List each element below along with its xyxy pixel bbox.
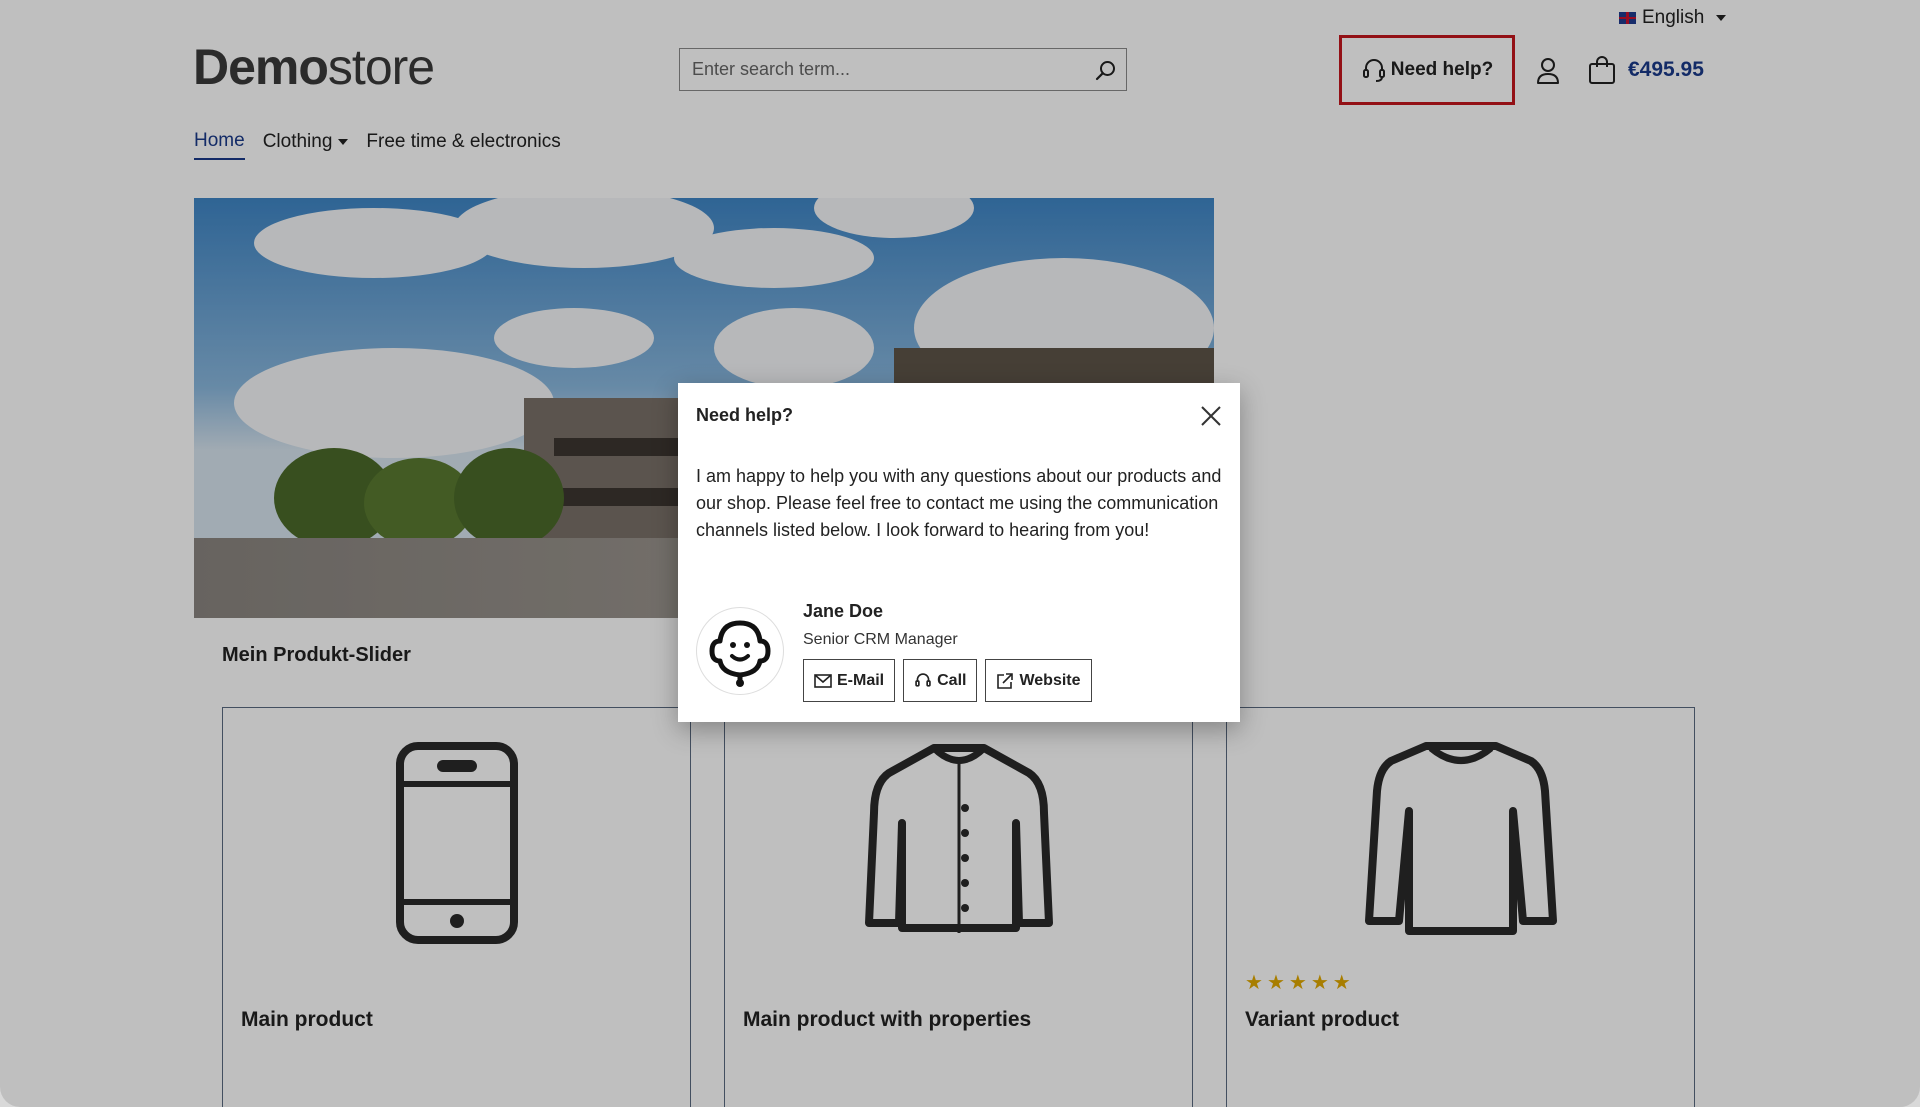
product-image[interactable]	[223, 738, 690, 944]
call-label: Call	[937, 671, 967, 689]
main-navigation: Home Clothing Free time & electronics	[194, 130, 561, 160]
search-bar	[679, 48, 1127, 91]
website-button[interactable]: Website	[985, 659, 1092, 702]
support-agent-icon	[709, 620, 771, 687]
search-icon[interactable]	[1086, 50, 1126, 90]
product-image[interactable]	[1227, 738, 1694, 935]
rating-stars: ★ ★ ★ ★ ★	[1245, 970, 1351, 995]
contact-buttons: E-Mail Call Website	[803, 659, 1092, 702]
language-label: English	[1642, 7, 1705, 28]
external-link-icon	[997, 672, 1014, 689]
store-logo[interactable]: Demostore	[193, 38, 435, 96]
star-icon: ★	[1245, 972, 1263, 994]
jacket-icon	[864, 744, 1053, 933]
chevron-down-icon	[1716, 15, 1727, 21]
logo-light: store	[327, 39, 435, 95]
cart-total[interactable]: €495.95	[1628, 56, 1704, 84]
nav-item-clothing[interactable]: Clothing	[263, 130, 349, 160]
product-name[interactable]: Main product	[241, 1008, 373, 1032]
contact-role: Senior CRM Manager	[803, 631, 958, 648]
product-image[interactable]	[725, 738, 1192, 933]
product-card[interactable]: Main product	[222, 707, 691, 1107]
star-icon: ★	[1332, 972, 1351, 994]
need-help-button[interactable]: Need help?	[1339, 35, 1515, 105]
star-icon: ★	[1310, 972, 1329, 994]
need-help-modal: Need help? I am happy to help you with a…	[678, 383, 1240, 722]
headset-icon	[915, 672, 931, 687]
product-name[interactable]: Main product with properties	[743, 1008, 1031, 1032]
product-name[interactable]: Variant product	[1245, 1008, 1399, 1032]
star-icon: ★	[1266, 972, 1285, 994]
nav-item-home[interactable]: Home	[194, 130, 245, 160]
uk-flag-icon	[1619, 12, 1636, 24]
language-selector[interactable]: English	[1619, 6, 1727, 30]
nav-item-label: Clothing	[262, 131, 333, 152]
website-label: Website	[1019, 671, 1081, 689]
product-card[interactable]: ★ ★ ★ ★ ★ Variant product	[1226, 707, 1695, 1107]
account-icon[interactable]	[1535, 56, 1561, 86]
slider-title: Mein Produkt-Slider	[222, 644, 411, 666]
call-button[interactable]: Call	[903, 659, 978, 702]
product-card[interactable]: Main product with properties	[724, 707, 1193, 1107]
sweater-icon	[1364, 742, 1557, 935]
need-help-label: Need help?	[1390, 59, 1494, 80]
star-icon: ★	[1288, 972, 1307, 994]
chevron-down-icon	[338, 139, 349, 145]
browser-page: English Demostore Need help? €495.95 Hom…	[0, 0, 1920, 1107]
search-input[interactable]	[680, 49, 1086, 90]
smartphone-icon	[395, 742, 518, 944]
support-avatar	[696, 607, 784, 695]
modal-text: I am happy to help you with any question…	[696, 466, 1222, 540]
email-label: E-Mail	[837, 671, 885, 689]
headset-icon	[1362, 59, 1385, 82]
modal-title: Need help?	[696, 405, 794, 425]
nav-item-free-time[interactable]: Free time & electronics	[366, 130, 560, 160]
logo-bold: Demo	[193, 39, 329, 95]
cart-icon[interactable]	[1588, 55, 1616, 85]
contact-name: Jane Doe	[803, 601, 884, 621]
mail-icon	[814, 673, 832, 688]
close-icon[interactable]	[1200, 405, 1222, 427]
email-button[interactable]: E-Mail	[803, 659, 896, 702]
